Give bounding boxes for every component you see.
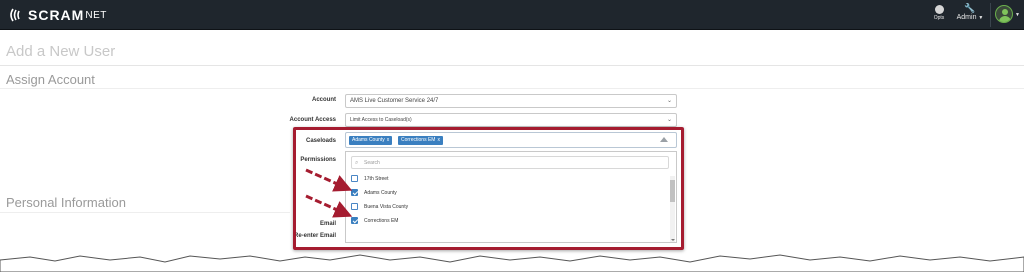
brand-suffix: NET <box>85 9 107 21</box>
account-label: Account <box>312 97 336 103</box>
annotation-arrows <box>305 168 353 218</box>
account-select[interactable]: AMS Live Customer Service 24/7 ⌄ <box>345 94 677 108</box>
chevron-down-icon: ⌄ <box>666 98 672 104</box>
page-title: Add a New User <box>6 43 116 60</box>
wrench-icon: 🔧 <box>964 4 976 14</box>
user-menu[interactable]: ▼ <box>990 3 1020 27</box>
section-heading-personal-information: Personal Information <box>6 195 126 210</box>
account-select-value: AMS Live Customer Service 24/7 <box>350 98 439 104</box>
scram-logo-icon <box>10 8 20 22</box>
brand-name: SCRAM <box>28 7 85 23</box>
brand-logo[interactable]: SCRAM NET <box>8 6 107 24</box>
chevron-down-icon: ▼ <box>978 15 984 21</box>
opts-menu[interactable]: Opts <box>929 4 949 26</box>
annotation-arrow <box>305 194 353 218</box>
account-access-select[interactable]: Limit Access to Caseload(s) ⌄ <box>345 113 677 127</box>
title-divider <box>0 65 1024 66</box>
account-access-select-value: Limit Access to Caseload(s) <box>350 117 412 123</box>
account-access-label: Account Access <box>289 117 336 123</box>
annotation-arrow <box>305 168 353 192</box>
admin-menu[interactable]: 🔧 Admin ▼ <box>954 4 986 26</box>
torn-edge-decoration <box>0 254 1024 272</box>
top-navbar: SCRAM NET Opts 🔧 Admin ▼ ▼ <box>0 0 1024 30</box>
section-heading-assign-account: Assign Account <box>6 72 95 87</box>
chevron-down-icon: ▼ <box>1015 12 1020 18</box>
section-divider <box>0 212 290 213</box>
user-avatar-icon <box>995 5 1013 23</box>
chevron-down-icon: ⌄ <box>666 117 672 123</box>
section-divider <box>0 88 1024 89</box>
gauge-icon <box>934 5 944 14</box>
admin-label: Admin <box>956 14 977 21</box>
opts-label: Opts <box>933 15 945 21</box>
